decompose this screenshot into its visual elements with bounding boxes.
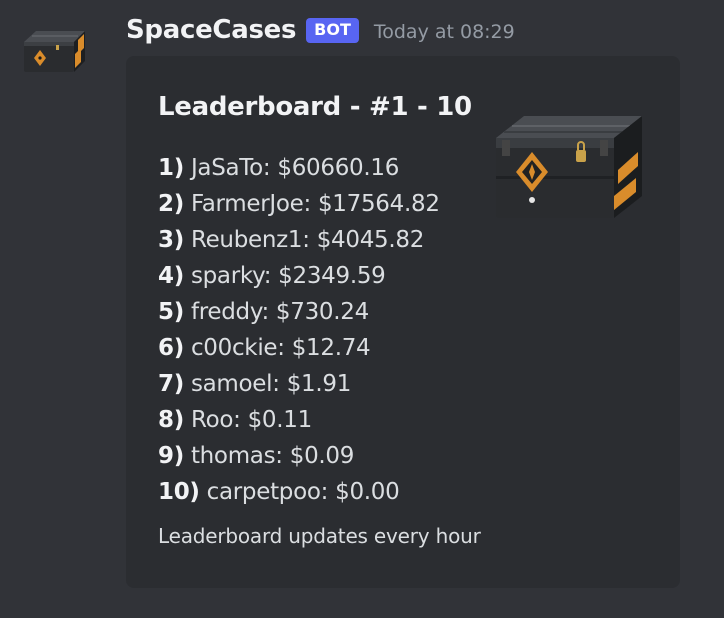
entry-rank: 10): [158, 479, 200, 505]
leaderboard-entry: 7) samoel: $1.91: [158, 366, 440, 402]
entry-text: Reubenz1: $4045.82: [190, 227, 425, 253]
weapon-case-icon: [496, 116, 642, 218]
embed-title: Leaderboard - #1 - 10: [158, 92, 472, 122]
entry-text: sparky: $2349.59: [190, 263, 386, 289]
message-header: SpaceCases BOT Today at 08:29: [126, 10, 515, 50]
leaderboard-entry: 8) Roo: $0.11: [158, 402, 440, 438]
leaderboard-list: 1) JaSaTo: $60660.16 2) FarmerJoe: $1756…: [158, 150, 440, 510]
leaderboard-entry: 5) freddy: $730.24: [158, 294, 440, 330]
entry-text: FarmerJoe: $17564.82: [190, 191, 440, 217]
leaderboard-entry: 6) c00ckie: $12.74: [158, 330, 440, 366]
entry-rank: 2): [158, 191, 184, 217]
entry-rank: 7): [158, 371, 184, 397]
bot-avatar[interactable]: [18, 18, 90, 90]
entry-rank: 3): [158, 227, 184, 253]
crate-avatar-icon: [24, 31, 85, 72]
entry-rank: 4): [158, 263, 184, 289]
author-name[interactable]: SpaceCases: [126, 15, 296, 45]
leaderboard-entry: 1) JaSaTo: $60660.16: [158, 150, 440, 186]
entry-rank: 8): [158, 407, 184, 433]
embed-thumbnail[interactable]: [492, 110, 644, 228]
entry-text: carpetpoo: $0.00: [206, 479, 400, 505]
leaderboard-entry: 3) Reubenz1: $4045.82: [158, 222, 440, 258]
entry-rank: 5): [158, 299, 184, 325]
embed-footer-text: Leaderboard updates every hour: [158, 524, 481, 548]
entry-rank: 9): [158, 443, 184, 469]
entry-text: Roo: $0.11: [190, 407, 312, 433]
bot-badge: BOT: [306, 17, 359, 43]
entry-text: freddy: $730.24: [190, 299, 369, 325]
message-timestamp[interactable]: Today at 08:29: [374, 21, 515, 43]
leaderboard-embed: Leaderboard - #1 - 10 1) JaSaTo: $60660.…: [126, 56, 680, 588]
entry-text: c00ckie: $12.74: [190, 335, 371, 361]
leaderboard-entry: 10) carpetpoo: $0.00: [158, 474, 440, 510]
leaderboard-entry: 2) FarmerJoe: $17564.82: [158, 186, 440, 222]
entry-text: samoel: $1.91: [190, 371, 352, 397]
leaderboard-entry: 9) thomas: $0.09: [158, 438, 440, 474]
entry-text: thomas: $0.09: [190, 443, 355, 469]
entry-rank: 6): [158, 335, 184, 361]
entry-rank: 1): [158, 155, 184, 181]
leaderboard-entry: 4) sparky: $2349.59: [158, 258, 440, 294]
entry-text: JaSaTo: $60660.16: [190, 155, 400, 181]
bot-message: SpaceCases BOT Today at 08:29 Leaderboar…: [0, 0, 724, 618]
